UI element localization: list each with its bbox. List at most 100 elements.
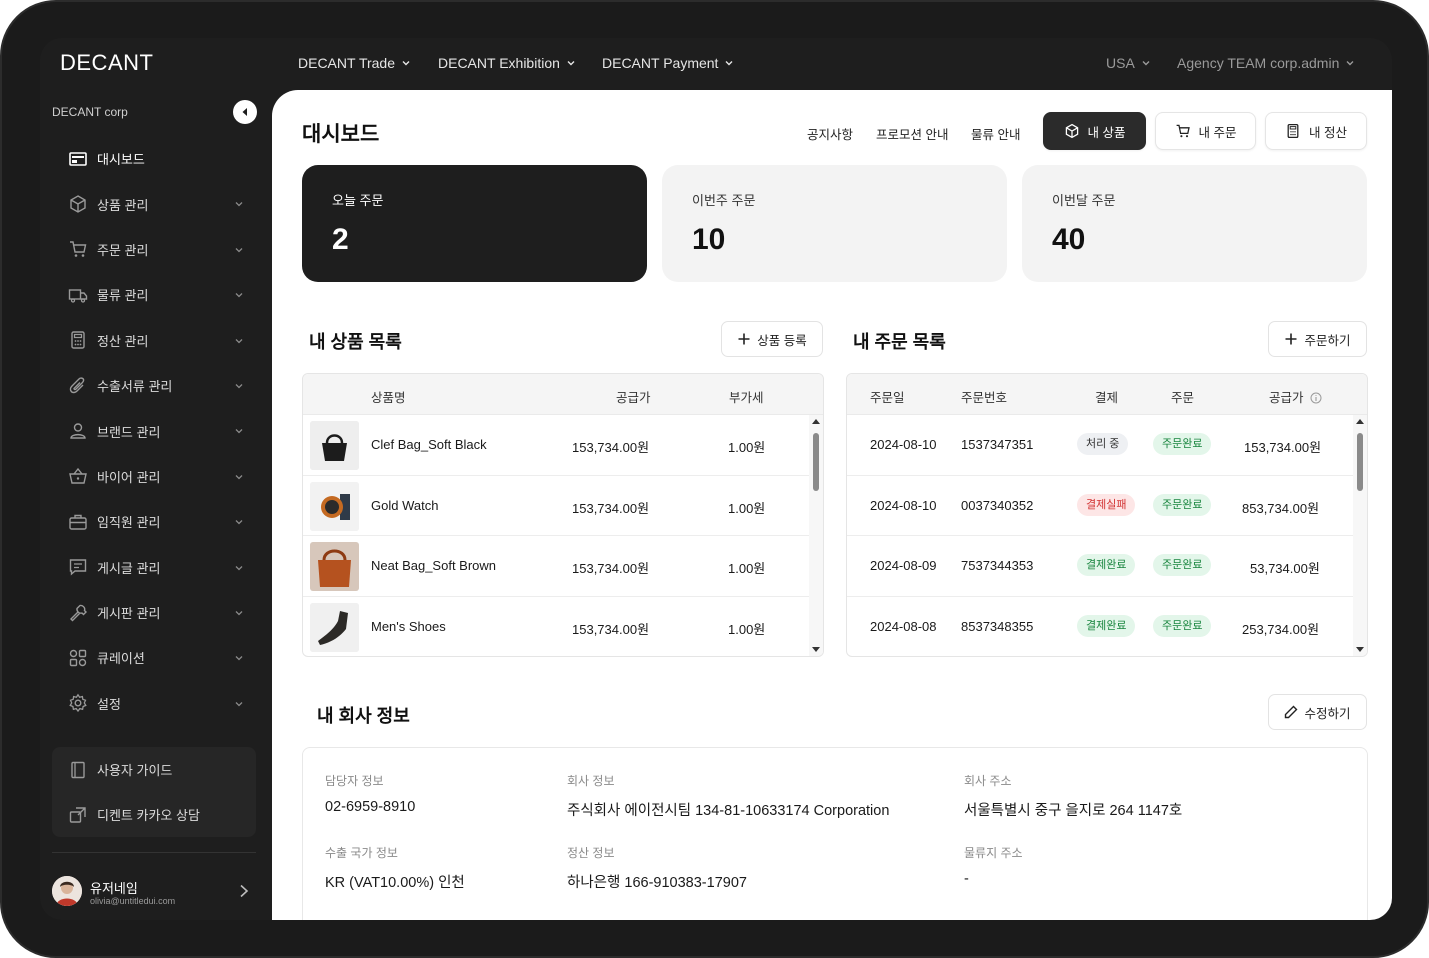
sidebar-item-label: 바이어 관리 <box>97 469 161 485</box>
table-row[interactable]: 2024-08-08 8537348355 결제완료 주문완료 253,734.… <box>847 597 1353 657</box>
logistics-guide-link[interactable]: 물류 안내 <box>971 124 1020 143</box>
chevron-down-icon <box>235 338 243 343</box>
table-row[interactable]: Clef Bag_Soft Black 153,734.00원 1.00원 <box>303 415 809 476</box>
nav-decant-trade[interactable]: DECANT Trade <box>298 55 411 71</box>
chevron-down-icon <box>725 61 733 66</box>
my-products-button[interactable]: 내 상품 <box>1043 112 1146 150</box>
nav-label: DECANT Payment <box>602 55 719 71</box>
sidebar-item-posts[interactable]: 게시글 관리 <box>52 545 258 590</box>
top-navigation: DECANT DECANT Trade DECANT Exhibition DE… <box>40 38 1392 90</box>
sidebar-item-label: 게시판 관리 <box>97 606 161 622</box>
table-row[interactable]: Neat Bag_Soft Brown 153,734.00원 1.00원 <box>303 536 809 597</box>
chevron-down-icon <box>1346 61 1354 66</box>
order-date: 2024-08-10 <box>870 497 937 513</box>
edit-company-button[interactable]: 수정하기 <box>1268 694 1367 730</box>
nav-label: DECANT Trade <box>298 55 395 71</box>
user-profile[interactable]: 유저네임 olivia@untitledui.com <box>52 876 258 910</box>
orders-scrollbar[interactable] <box>1353 415 1367 656</box>
sidebar-item-logistics[interactable]: 물류 관리 <box>52 272 258 317</box>
products-scrollbar[interactable] <box>809 415 823 656</box>
table-row[interactable]: Gold Watch 153,734.00원 1.00원 <box>303 476 809 536</box>
table-header: 상품명 공급가 부가세 <box>303 374 823 415</box>
sidebar-item-orders[interactable]: 주문 관리 <box>52 227 258 272</box>
column-header: 공급가 <box>1269 387 1322 406</box>
nav-decant-payment[interactable]: DECANT Payment <box>602 55 734 71</box>
sidebar-item-boards[interactable]: 게시판 관리 <box>52 590 258 635</box>
scrollbar-thumb[interactable] <box>1357 433 1363 491</box>
sidebar-item-settings[interactable]: 설정 <box>52 681 258 726</box>
product-vat: 1.00원 <box>728 440 766 455</box>
field-label: 담당자 정보 <box>325 774 384 788</box>
add-product-button[interactable]: 상품 등록 <box>721 321 823 357</box>
kakao-consult-link[interactable]: 디켄트 카카오 상담 <box>52 792 256 837</box>
order-price: 153,734.00원 <box>1244 440 1322 455</box>
message-icon <box>68 557 88 577</box>
order-number: 0037340352 <box>961 497 1034 513</box>
chevron-down-icon <box>235 293 243 298</box>
chevron-down-icon <box>235 565 243 570</box>
sidebar-item-employees[interactable]: 임직원 관리 <box>52 499 258 544</box>
scroll-up-arrow-icon[interactable] <box>1356 419 1364 424</box>
column-header: 공급가 <box>616 391 651 405</box>
chevron-down-icon <box>235 474 243 480</box>
promotion-link[interactable]: 프로모션 안내 <box>876 124 948 143</box>
user-name: 유저네임 <box>90 881 138 896</box>
region-select[interactable]: USA <box>1106 55 1151 71</box>
chevron-down-icon <box>1142 61 1150 66</box>
sidebar-item-dashboard[interactable]: 대시보드 <box>52 136 258 181</box>
book-icon <box>71 761 85 778</box>
table-row[interactable]: 2024-08-10 0037340352 결제실패 주문완료 853,734.… <box>847 476 1353 536</box>
button-label: 주문하기 <box>1304 333 1351 348</box>
place-order-button[interactable]: 주문하기 <box>1268 321 1367 357</box>
chevron-right-icon <box>240 884 249 898</box>
sidebar-item-export-docs[interactable]: 수출서류 관리 <box>52 363 258 408</box>
chevron-down-icon <box>235 383 243 389</box>
column-header: 주문 <box>1171 391 1195 405</box>
stat-label: 이번달 주문 <box>1052 193 1116 208</box>
chevron-down-icon <box>235 656 243 661</box>
button-label: 내 주문 <box>1198 125 1237 140</box>
plus-icon <box>1285 333 1297 345</box>
field-value: KR (VAT10.00%) 인천 <box>325 875 465 891</box>
scrollbar-thumb[interactable] <box>813 433 819 491</box>
sidebar-item-label: 큐레이션 <box>97 651 145 667</box>
my-settlement-button[interactable]: 내 정산 <box>1265 112 1367 150</box>
avatar <box>52 876 82 906</box>
table-row[interactable]: Men's Shoes 153,734.00원 1.00원 <box>303 597 809 657</box>
button-label: 내 상품 <box>1087 125 1126 140</box>
collapse-sidebar-button[interactable] <box>233 100 257 124</box>
sidebar-item-buyers[interactable]: 바이어 관리 <box>52 454 258 499</box>
scroll-up-arrow-icon[interactable] <box>812 419 820 424</box>
button-label: 내 정산 <box>1309 125 1347 140</box>
nav-decant-exhibition[interactable]: DECANT Exhibition <box>438 55 576 71</box>
calculator-icon <box>1287 123 1299 139</box>
account-menu[interactable]: Agency TEAM corp.admin <box>1177 55 1355 71</box>
info-icon[interactable] <box>1310 392 1322 404</box>
sidebar-item-curation[interactable]: 큐레이션 <box>52 635 258 680</box>
my-orders-button[interactable]: 내 주문 <box>1155 112 1256 150</box>
notice-link[interactable]: 공지사항 <box>807 124 853 143</box>
stat-label: 오늘 주문 <box>332 193 384 208</box>
sidebar-item-settlement[interactable]: 정산 관리 <box>52 318 258 363</box>
products-table: 상품명 공급가 부가세 Clef Bag_Soft Black 153,734.… <box>302 373 824 657</box>
scroll-down-arrow-icon[interactable] <box>812 647 820 652</box>
sidebar-item-products[interactable]: 상품 관리 <box>52 181 258 226</box>
product-price: 153,734.00원 <box>572 621 650 637</box>
scroll-down-arrow-icon[interactable] <box>1356 647 1364 652</box>
sidebar-item-brands[interactable]: 브랜드 관리 <box>52 408 258 453</box>
tool-icon <box>68 603 88 623</box>
table-row[interactable]: 2024-08-09 7537344353 결제완료 주문완료 53,734.0… <box>847 536 1353 597</box>
brand-logo[interactable]: DECANT <box>60 50 153 76</box>
guide-label: 디켄트 카카오 상담 <box>97 808 200 823</box>
table-row[interactable]: 2024-08-10 1537347351 처리 중 주문완료 153,734.… <box>847 415 1353 476</box>
order-status-badge: 주문완료 <box>1153 433 1212 455</box>
product-name: Neat Bag_Soft Brown <box>371 558 497 573</box>
column-header: 주문일 <box>870 391 905 405</box>
orders-section-title: 내 주문 목록 <box>853 332 946 352</box>
field-label: 물류지 주소 <box>964 846 1023 860</box>
help-links: 사용자 가이드 디켄트 카카오 상담 <box>52 747 256 837</box>
order-status-badge: 주문완료 <box>1153 614 1212 637</box>
user-guide-link[interactable]: 사용자 가이드 <box>52 747 256 792</box>
product-vat: 1.00원 <box>728 621 766 637</box>
basket-icon <box>68 466 88 486</box>
